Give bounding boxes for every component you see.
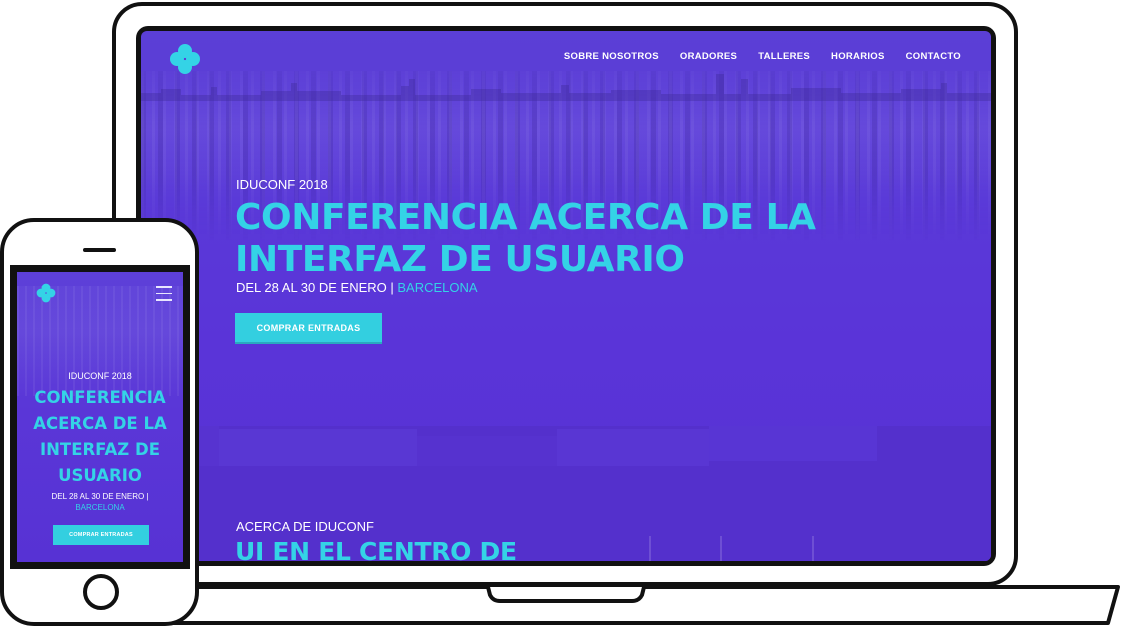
phone-home-button[interactable] — [83, 574, 119, 610]
mobile-hero-title-line-2: ACERCA DE LA — [33, 414, 167, 433]
nav-item-sobre-nosotros[interactable]: SOBRE NOSOTROS — [564, 51, 659, 62]
nav-item-talleres[interactable]: TALLERES — [758, 51, 810, 62]
nav-item-oradores[interactable]: ORADORES — [680, 51, 737, 62]
main-nav: SOBRE NOSOTROS ORADORES TALLERES HORARIO… — [564, 51, 961, 62]
mobile-hero-title-line-1: CONFERENCIA — [34, 388, 166, 407]
mobile-hero-title-line-3: INTERFAZ DE — [39, 440, 160, 459]
nav-item-horarios[interactable]: HORARIOS — [831, 51, 885, 62]
logo-icon[interactable] — [169, 43, 201, 75]
mobile-hero-title: CONFERENCIA ACERCA DE LA INTERFAZ DE USU… — [17, 385, 183, 489]
section-divider-lines — [649, 536, 814, 561]
mobile-buy-tickets-button[interactable]: COMPRAR ENTRADAS — [53, 525, 149, 545]
city-skyline-image — [141, 74, 991, 101]
mobile-website: IDUCONF 2018 CONFERENCIA ACERCA DE LA IN… — [17, 272, 183, 562]
hero-title-line-2: INTERFAZ DE USUARIO — [235, 239, 685, 280]
hero-kicker: IDUCONF 2018 — [236, 177, 328, 192]
hero-date-text: DEL 28 AL 30 DE ENERO | — [236, 280, 398, 295]
mobile-logo-icon[interactable] — [36, 283, 56, 303]
hero-title-line-1: CONFERENCIA ACERCA DE LA — [235, 197, 816, 238]
phone-speaker — [83, 248, 116, 252]
desktop-website: SOBRE NOSOTROS ORADORES TALLERES HORARIO… — [141, 31, 991, 561]
section-divider-shape — [141, 426, 991, 466]
mobile-hero-city: BARCELONA — [75, 503, 125, 512]
mobile-hero-kicker: IDUCONF 2018 — [68, 371, 132, 381]
hero-title: CONFERENCIA ACERCA DE LA INTERFAZ DE USU… — [235, 197, 855, 281]
buy-tickets-button[interactable]: COMPRAR ENTRADAS — [235, 313, 382, 342]
hero-city: BARCELONA — [397, 280, 478, 295]
hero-date: DEL 28 AL 30 DE ENERO | BARCELONA — [236, 280, 478, 295]
mobile-hero-date: DEL 28 AL 30 DE ENERO | — [51, 492, 149, 501]
about-title: UI EN EL CENTRO DE — [235, 537, 517, 561]
mobile-hero-title-line-4: USUARIO — [58, 466, 142, 485]
about-kicker: ACERCA DE IDUCONF — [236, 519, 374, 534]
hamburger-menu-icon[interactable] — [156, 286, 172, 301]
nav-item-contacto[interactable]: CONTACTO — [906, 51, 961, 62]
